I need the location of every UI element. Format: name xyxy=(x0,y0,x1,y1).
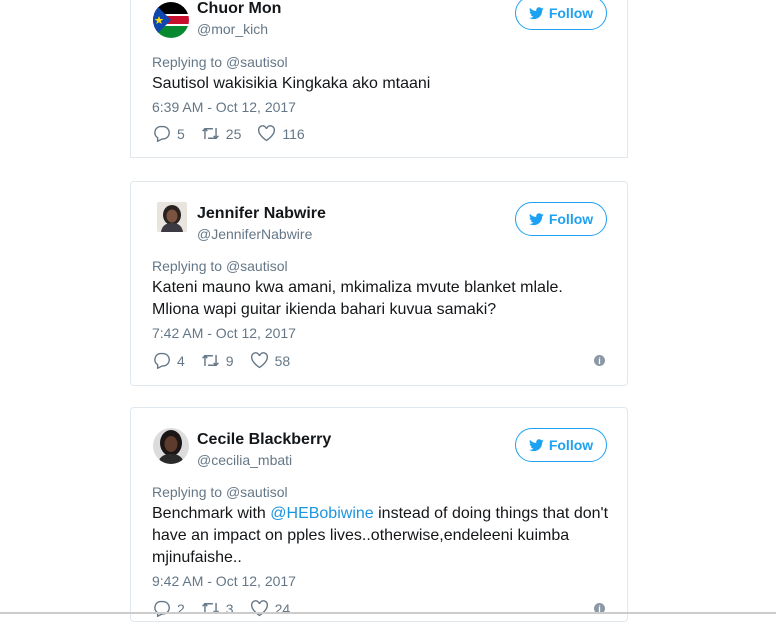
retweet-count: 9 xyxy=(225,352,234,369)
retweet-count: 25 xyxy=(225,125,242,142)
retweet-icon xyxy=(201,602,219,615)
retweet-icon xyxy=(201,354,219,367)
like-icon xyxy=(250,600,268,617)
user-photo-icon xyxy=(153,428,189,464)
like-button[interactable]: 116 xyxy=(257,125,305,142)
follow-button[interactable]: Follow xyxy=(515,0,607,30)
reply-button[interactable]: 4 xyxy=(152,352,185,369)
replying-prefix: Replying to xyxy=(152,484,223,500)
like-button[interactable]: 58 xyxy=(250,352,291,369)
replying-to: Replying to @sautisol xyxy=(152,258,288,274)
reply-icon xyxy=(154,125,170,142)
tweet-actions: 2 3 24 xyxy=(152,600,306,617)
retweet-button[interactable]: 9 xyxy=(201,352,234,369)
follow-label: Follow xyxy=(548,211,594,227)
replying-to: Replying to @sautisol xyxy=(152,484,288,500)
tweet-text-line: Kateni mauno kwa amani, mkimaliza mvute … xyxy=(152,279,563,296)
replying-handle[interactable]: @sautisol xyxy=(226,54,288,70)
follow-label: Follow xyxy=(548,5,594,21)
reply-icon xyxy=(154,600,170,617)
tweet-text-prefix: Benchmark with xyxy=(152,505,271,522)
tweet-actions: 4 9 58 xyxy=(152,352,306,369)
retweet-count: 3 xyxy=(225,600,234,617)
tweet-timestamp[interactable]: 6:39 AM - Oct 12, 2017 xyxy=(152,99,296,115)
user-handle[interactable]: @mor_kich xyxy=(197,21,268,37)
tweet-timestamp[interactable]: 9:42 AM - Oct 12, 2017 xyxy=(152,573,296,589)
retweet-button[interactable]: 25 xyxy=(201,125,242,142)
tweet-timestamp[interactable]: 7:42 AM - Oct 12, 2017 xyxy=(152,325,296,341)
avatar[interactable] xyxy=(153,2,189,38)
avatar[interactable] xyxy=(157,202,187,232)
like-count: 58 xyxy=(274,352,291,369)
tweet-text: Kateni mauno kwa amani, mkimaliza mvute … xyxy=(152,277,622,321)
user-handle[interactable]: @cecilia_mbati xyxy=(197,452,292,468)
replying-to: Replying to @sautisol xyxy=(152,54,288,70)
reply-button[interactable]: 2 xyxy=(152,600,185,617)
like-count: 24 xyxy=(274,600,291,617)
reply-count: 5 xyxy=(177,125,185,142)
twitter-bird-icon xyxy=(528,212,544,225)
user-name[interactable]: Cecile Blackberry xyxy=(197,431,331,449)
mention-link[interactable]: @HEBobiwine xyxy=(270,505,373,522)
retweet-icon xyxy=(201,127,219,140)
tweet-text-line: Mliona wapi guitar ikienda bahari kuvua … xyxy=(152,301,497,318)
follow-button[interactable]: Follow xyxy=(515,428,607,462)
replying-prefix: Replying to xyxy=(152,258,223,274)
tweet-text: Sautisol wakisikia Kingkaka ako mtaani xyxy=(152,75,431,92)
tweet-card: Jennifer Nabwire @JenniferNabwire Follow… xyxy=(130,181,628,386)
user-name[interactable]: Jennifer Nabwire xyxy=(197,205,326,223)
follow-button[interactable]: Follow xyxy=(515,202,607,236)
tweet-card: Cecile Blackberry @cecilia_mbati Follow … xyxy=(130,407,628,622)
reply-button[interactable]: 5 xyxy=(152,125,185,142)
user-handle[interactable]: @JenniferNabwire xyxy=(197,226,312,242)
follow-label: Follow xyxy=(548,437,594,453)
flag-avatar xyxy=(153,2,189,38)
tweet-actions: 5 25 116 xyxy=(152,125,321,142)
reply-count: 2 xyxy=(177,600,185,617)
user-photo-icon xyxy=(157,202,187,232)
replying-handle[interactable]: @sautisol xyxy=(226,484,288,500)
user-name[interactable]: Chuor Mon xyxy=(197,0,281,18)
tweet-card: Chuor Mon @mor_kich Follow Replying to @… xyxy=(130,0,628,158)
tweet-text: Benchmark with @HEBobiwine instead of do… xyxy=(152,503,612,569)
reply-count: 4 xyxy=(177,352,185,369)
info-icon[interactable]: i xyxy=(594,355,605,366)
twitter-bird-icon xyxy=(528,438,544,451)
retweet-button[interactable]: 3 xyxy=(201,600,234,617)
like-button[interactable]: 24 xyxy=(250,600,291,617)
twitter-bird-icon xyxy=(528,6,544,19)
replying-prefix: Replying to xyxy=(152,54,223,70)
avatar[interactable] xyxy=(153,428,189,464)
like-icon xyxy=(258,125,276,142)
replying-handle[interactable]: @sautisol xyxy=(226,258,288,274)
reply-icon xyxy=(154,352,170,369)
like-icon xyxy=(250,352,268,369)
like-count: 116 xyxy=(282,125,305,142)
